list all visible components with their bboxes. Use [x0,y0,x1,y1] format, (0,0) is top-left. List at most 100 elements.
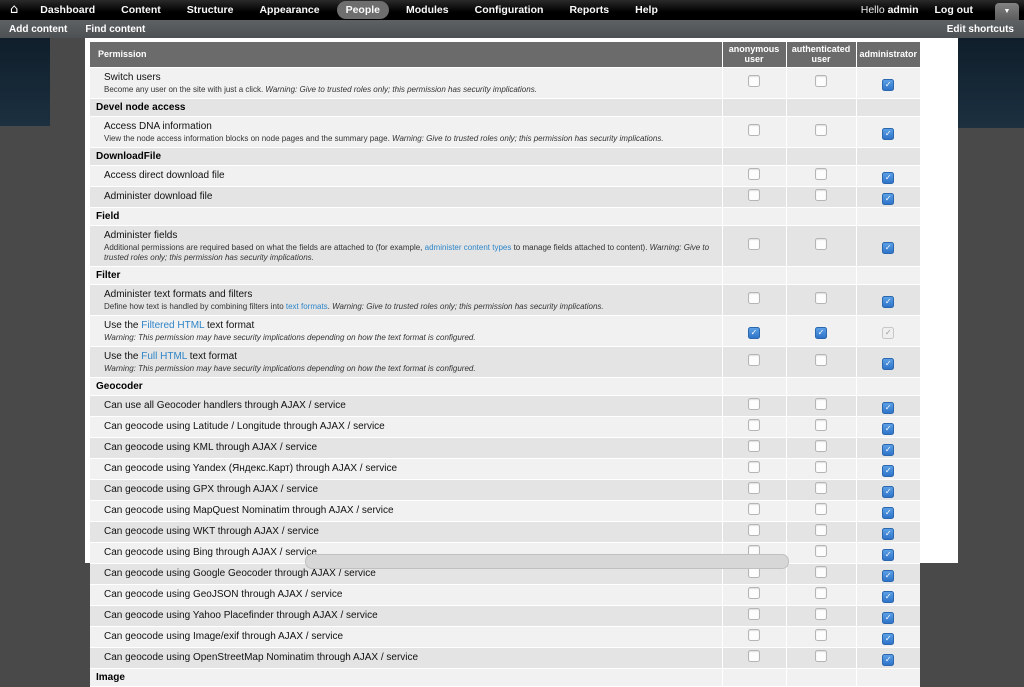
permission-checkbox[interactable] [815,523,827,536]
text-segment: Can geocode using GPX through AJAX / ser… [104,484,319,496]
checkbox-cell [785,458,856,480]
permission-checkbox[interactable] [815,607,827,620]
permission-checkbox[interactable] [815,649,827,662]
checkbox-cell: ✓ [855,67,920,99]
permission-checkbox[interactable] [748,628,760,641]
permission-checkbox[interactable] [815,188,827,201]
checkbox-cell: ✓ [855,186,920,208]
permission-checkbox[interactable] [748,397,760,410]
permission-row: Can geocode using GeoJSON through AJAX /… [90,584,920,606]
toolbar-item-appearance[interactable]: Appearance [250,1,328,19]
toolbar-drawer-toggle-button[interactable]: ▼ [995,3,1019,20]
checkbox-cell: ✓ [855,416,920,438]
permission-description: Warning: This permission may have securi… [90,333,714,343]
permission-checkbox[interactable]: ✓ [882,192,895,205]
permission-checkbox[interactable]: ✓ [882,653,895,666]
text-segment: Administer text formats and filters [104,288,253,300]
checkbox-cell: ✓ [855,479,920,501]
permission-checkbox[interactable]: ✓ [882,506,895,519]
permission-checkbox[interactable]: ✓ [748,326,760,339]
permission-checkbox[interactable] [748,502,760,515]
toolbar-item-reports[interactable]: Reports [560,1,618,19]
permission-checkbox[interactable]: ✓ [882,401,895,414]
permission-checkbox[interactable] [748,649,760,662]
horizontal-scrollbar[interactable] [305,554,789,569]
permission-checkbox[interactable]: ✓ [882,241,895,254]
permission-checkbox[interactable]: ✓ [882,632,895,645]
permission-checkbox[interactable] [815,167,827,180]
permission-checkbox[interactable] [815,291,827,304]
permission-checkbox[interactable] [748,607,760,620]
permission-checkbox[interactable]: ✓ [882,357,895,370]
permission-checkbox[interactable] [815,439,827,452]
permission-checkbox[interactable]: ✓ [882,464,895,477]
permission-checkbox[interactable] [815,460,827,473]
permission-cell: Image [90,668,722,687]
inline-link[interactable]: administer content types [425,243,512,252]
toolbar-item-modules[interactable]: Modules [397,1,458,19]
shortcut-add-content[interactable]: Add content [0,24,76,35]
permission-checkbox[interactable] [748,523,760,536]
permission-checkbox[interactable] [748,460,760,473]
permission-checkbox[interactable] [815,397,827,410]
permission-checkbox[interactable] [748,237,760,250]
permission-checkbox[interactable] [815,502,827,515]
permission-checkbox[interactable]: ✓ [882,78,895,91]
permission-checkbox[interactable] [815,565,827,578]
permission-checkbox[interactable]: ✓ [882,527,895,540]
permission-checkbox[interactable] [748,418,760,431]
toolbar-item-people[interactable]: People [336,1,390,19]
permission-checkbox[interactable]: ✓ [882,485,895,498]
checkbox-cell [785,626,856,648]
permission-checkbox[interactable]: ✓ [882,171,895,184]
warning-text: Warning: Give to trusted roles only; thi… [265,84,537,94]
permission-checkbox[interactable] [748,353,760,366]
permission-checkbox[interactable] [815,74,827,87]
permission-checkbox[interactable] [748,188,760,201]
permission-checkbox[interactable] [815,123,827,136]
text-segment: Can geocode using Google Geocoder throug… [104,568,376,580]
permissions-table: Permission anonymous user authenticated … [90,42,921,687]
permission-checkbox[interactable] [748,481,760,494]
permission-checkbox[interactable] [748,123,760,136]
permission-checkbox[interactable] [815,481,827,494]
toolbar-item-content[interactable]: Content [112,1,170,19]
permission-title: Use the Full HTML text format [90,350,714,363]
permission-checkbox[interactable] [815,586,827,599]
permission-checkbox[interactable] [815,544,827,557]
permission-checkbox[interactable] [748,439,760,452]
inline-link[interactable]: text formats [286,302,328,311]
toolbar-item-dashboard[interactable]: Dashboard [31,1,104,19]
permission-checkbox[interactable] [748,74,760,87]
permission-cell: Can geocode using Yandex (Яндекс.Карт) t… [90,458,722,480]
permission-checkbox[interactable]: ✓ [882,295,895,308]
shortcut-find-content[interactable]: Find content [76,24,154,35]
logout-link[interactable]: Log out [935,4,973,16]
permission-checkbox[interactable] [748,291,760,304]
permission-checkbox[interactable] [815,237,827,250]
permission-checkbox[interactable]: ✓ [882,443,895,456]
permission-checkbox[interactable]: ✓ [815,326,827,339]
permission-checkbox[interactable]: ✓ [882,422,895,435]
toolbar-item-help[interactable]: Help [626,1,667,19]
inline-link[interactable]: Full HTML [141,351,187,362]
permission-checkbox[interactable] [815,628,827,641]
checkbox-cell [855,98,920,117]
permission-checkbox[interactable] [748,586,760,599]
edit-shortcuts-link[interactable]: Edit shortcuts [947,24,1024,35]
toolbar-item-configuration[interactable]: Configuration [466,1,553,19]
permission-checkbox[interactable]: ✓ [882,611,895,624]
toolbar-item-structure[interactable]: Structure [178,1,243,19]
home-icon[interactable]: ⌂ [0,0,27,20]
module-name: Filter [90,269,714,282]
permission-checkbox[interactable] [748,167,760,180]
checkbox-cell: ✓ [855,500,920,522]
permission-checkbox[interactable] [815,418,827,431]
inline-link[interactable]: Filtered HTML [141,320,204,331]
permission-checkbox[interactable]: ✓ [882,127,895,140]
permission-checkbox[interactable]: ✓ [882,548,895,561]
permission-title: Can geocode using GPX through AJAX / ser… [90,483,714,496]
permission-checkbox[interactable]: ✓ [882,590,895,603]
permission-checkbox[interactable] [815,353,827,366]
permission-checkbox[interactable]: ✓ [882,569,895,582]
